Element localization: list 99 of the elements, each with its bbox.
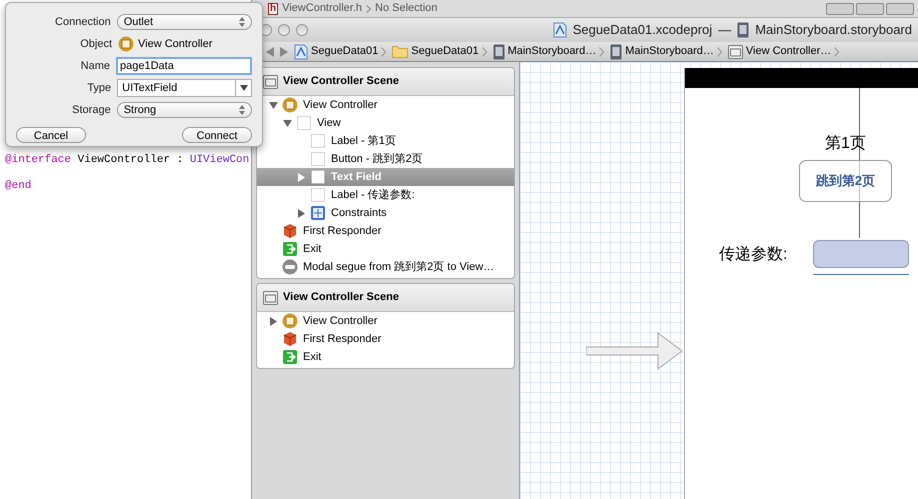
field-label: Name bbox=[80, 58, 110, 74]
back-arrow-icon[interactable] bbox=[266, 46, 274, 56]
outline-label: Button - 跳到第2页 bbox=[331, 152, 423, 167]
chevron-icon bbox=[599, 46, 604, 56]
outline-row[interactable]: Exit bbox=[257, 348, 514, 366]
view-icon bbox=[310, 187, 326, 203]
storyboard-icon bbox=[610, 44, 622, 60]
view-icon bbox=[296, 115, 312, 131]
toolbar-toggle[interactable] bbox=[886, 2, 914, 14]
outline-row[interactable]: First Responder bbox=[257, 222, 514, 240]
constraints-icon bbox=[310, 205, 326, 221]
scene-title: View Controller Scene bbox=[283, 74, 399, 90]
expanded-triangle-icon[interactable] bbox=[282, 118, 292, 128]
outline-label: First Responder bbox=[303, 224, 382, 239]
field-label: 传递参数: bbox=[719, 244, 788, 265]
outline-label: Exit bbox=[303, 242, 322, 257]
toolbar-toggle[interactable] bbox=[826, 2, 854, 14]
chevron-icon bbox=[381, 46, 386, 56]
exit-icon bbox=[282, 349, 298, 365]
field-label: Type bbox=[86, 80, 112, 96]
outline-row[interactable]: View Controller bbox=[257, 312, 514, 330]
chevron-icon bbox=[366, 4, 372, 12]
view-icon bbox=[310, 169, 326, 185]
toolbar-toggle[interactable] bbox=[856, 2, 884, 14]
outline-label: View Controller bbox=[303, 98, 378, 113]
outline-row[interactable]: View Controller bbox=[257, 96, 514, 114]
dropdown-arrow-icon[interactable] bbox=[240, 85, 248, 91]
window-control[interactable] bbox=[296, 24, 308, 36]
scene-title: View Controller Scene bbox=[283, 290, 399, 306]
scene-icon bbox=[263, 290, 278, 304]
segue-icon bbox=[282, 259, 298, 275]
breadcrumb[interactable]: MainStoryboard… bbox=[625, 43, 714, 60]
popup-button[interactable]: Strong bbox=[116, 102, 252, 118]
outline-row[interactable]: First Responder bbox=[257, 330, 514, 348]
project-icon bbox=[294, 44, 308, 60]
type-combo-box[interactable]: UITextField bbox=[117, 79, 252, 97]
project-icon bbox=[552, 22, 567, 38]
breadcrumb[interactable]: View Controller… bbox=[746, 43, 832, 60]
breadcrumb[interactable]: SegueData01 bbox=[311, 43, 378, 60]
outline-label: Exit bbox=[303, 350, 322, 365]
outline-row[interactable]: Exit bbox=[257, 240, 514, 258]
outline-row[interactable]: Button - 跳到第2页 bbox=[257, 150, 514, 168]
dialog-button[interactable]: Connect bbox=[182, 127, 252, 143]
collapsed-triangle-icon[interactable] bbox=[296, 172, 306, 182]
field-label: Object bbox=[79, 36, 112, 52]
popup-button[interactable]: Outlet bbox=[116, 14, 252, 30]
object-name: View Controller bbox=[138, 36, 212, 52]
outline-label: First Responder bbox=[303, 332, 382, 347]
storyboard-icon bbox=[492, 44, 505, 60]
collapsed-triangle-icon[interactable] bbox=[268, 316, 278, 326]
window-title: MainStoryboard.storyboard bbox=[755, 21, 912, 40]
outline-row[interactable]: Label - 第1页 bbox=[257, 132, 514, 150]
cube-icon bbox=[282, 223, 298, 239]
field-label: Connection bbox=[54, 14, 111, 30]
file-name: ViewController.h bbox=[282, 1, 362, 16]
jump-button[interactable]: 跳到第2页 bbox=[799, 160, 892, 202]
storyboard-icon bbox=[737, 22, 750, 38]
controller-icon bbox=[282, 97, 298, 113]
exit-icon bbox=[282, 241, 298, 257]
outline-label: View bbox=[317, 116, 341, 131]
code-line: @interface ViewController : UIViewCon bbox=[5, 154, 250, 166]
outline-row[interactable]: Label - 传递参数: bbox=[257, 186, 514, 204]
collapsed-triangle-icon[interactable] bbox=[296, 208, 306, 218]
outline-label: Label - 传递参数: bbox=[331, 188, 415, 203]
expanded-triangle-icon[interactable] bbox=[268, 100, 278, 110]
stepper-arrows-icon bbox=[239, 17, 245, 27]
outline-row[interactable]: View bbox=[257, 114, 514, 132]
path-text: No Selection bbox=[375, 1, 438, 16]
name-field[interactable]: page1Data bbox=[116, 57, 252, 75]
dialog-button[interactable]: Cancel bbox=[16, 127, 86, 143]
title-separator: — bbox=[718, 21, 732, 40]
window-control[interactable] bbox=[278, 24, 290, 36]
chevron-icon bbox=[834, 46, 840, 56]
controller-icon bbox=[282, 313, 298, 329]
forward-arrow-icon[interactable] bbox=[280, 46, 288, 56]
text-field[interactable] bbox=[813, 240, 909, 268]
outline-label: Modal segue from 跳到第2页 to View… bbox=[303, 260, 494, 275]
chevron-icon bbox=[716, 46, 722, 56]
window-title: SegueData01.xcodeproj bbox=[572, 21, 712, 40]
file-badge: h bbox=[268, 2, 278, 14]
scene-header[interactable]: View Controller Scene bbox=[257, 284, 514, 312]
field-label: Storage bbox=[71, 102, 111, 118]
scene-icon bbox=[728, 44, 743, 58]
breadcrumb[interactable]: MainStoryboard… bbox=[508, 43, 596, 60]
controller-icon bbox=[118, 36, 134, 52]
chevron-icon bbox=[482, 46, 487, 56]
outline-label: View Controller bbox=[303, 314, 378, 329]
outline-label: Label - 第1页 bbox=[331, 134, 396, 149]
outline-label: Text Field bbox=[331, 170, 382, 185]
folder-icon bbox=[392, 45, 408, 58]
view-icon bbox=[310, 133, 326, 149]
outline-row[interactable]: Constraints bbox=[257, 204, 514, 222]
outline-row[interactable]: Modal segue from 跳到第2页 to View… bbox=[257, 258, 514, 276]
view-icon bbox=[310, 151, 326, 167]
outline-label: Constraints bbox=[331, 206, 387, 221]
code-line: @end bbox=[5, 180, 32, 192]
breadcrumb[interactable]: SegueData01 bbox=[411, 43, 479, 60]
cube-icon bbox=[282, 331, 298, 347]
stepper-arrows-icon bbox=[239, 105, 245, 115]
